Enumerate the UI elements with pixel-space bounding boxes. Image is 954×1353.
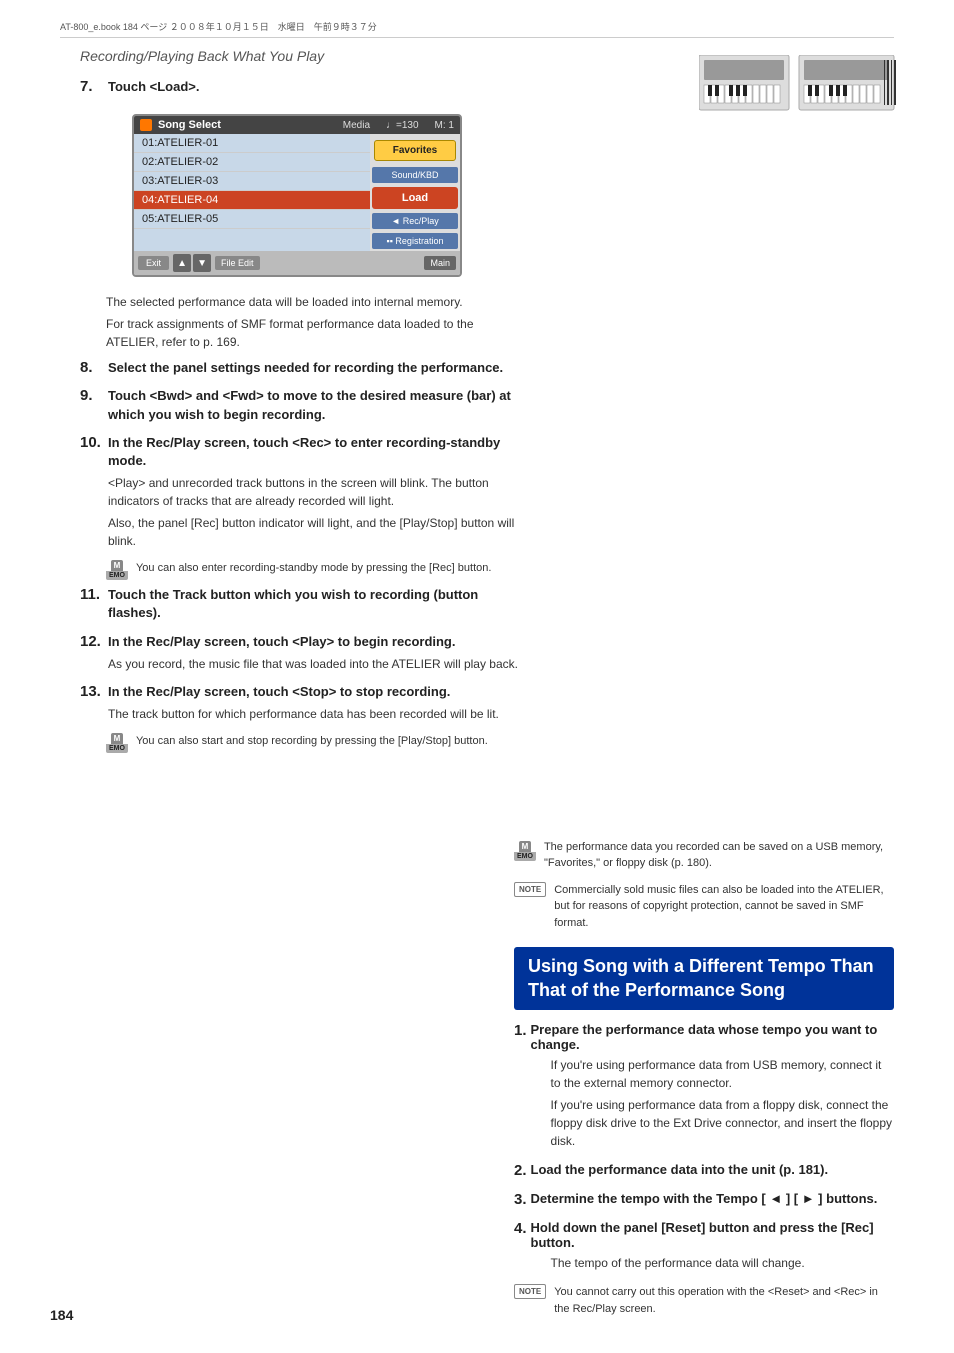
right-step-1: 1. Prepare the performance data whose te… <box>514 1022 894 1150</box>
up-arrow-button[interactable]: ▲ <box>173 254 191 272</box>
step-8-title: Select the panel settings needed for rec… <box>108 359 525 377</box>
step-9-num: 9. <box>80 387 108 404</box>
song-item-03[interactable]: 03:ATELIER-03 <box>134 172 370 191</box>
song-item-02[interactable]: 02:ATELIER-02 <box>134 153 370 172</box>
blue-section: Using Song with a Different Tempo Than T… <box>514 947 894 1010</box>
step-13: 13. In the Rec/Play screen, touch <Stop>… <box>80 683 525 723</box>
step-11-num: 11. <box>80 586 108 603</box>
step-12-num: 12. <box>80 633 108 650</box>
step-12-title: In the Rec/Play screen, touch <Play> to … <box>108 633 525 651</box>
step-9: 9. Touch <Bwd> and <Fwd> to move to the … <box>80 387 525 423</box>
right-step-4-title: Hold down the panel [Reset] button and p… <box>531 1220 894 1250</box>
step-11-content: Touch the Track button which you wish to… <box>108 586 525 622</box>
tempo-display: ♩=130 <box>386 120 419 131</box>
left-column: 7. Touch <Load>. Song Select <box>80 78 525 759</box>
final-note-text: You cannot carry out this operation with… <box>554 1284 894 1317</box>
step-7-body1: The selected performance data will be lo… <box>106 293 525 311</box>
note2-badge: NOTE <box>514 882 546 897</box>
step-8-num: 8. <box>80 359 108 376</box>
arrow-buttons: ▲ ▼ <box>173 254 211 272</box>
load-button[interactable]: Load <box>372 187 458 209</box>
screen-icon <box>140 119 152 131</box>
step-13-memo: M EMO You can also start and stop record… <box>106 733 525 753</box>
right-step-1-body2: If you're using performance data from a … <box>551 1096 894 1150</box>
right-note1: M EMO The performance data you recorded … <box>514 839 894 872</box>
right-step-3-title: Determine the tempo with the Tempo [ ◄ ]… <box>531 1191 878 1206</box>
step-12: 12. In the Rec/Play screen, touch <Play>… <box>80 633 525 673</box>
step-10-memo: M EMO You can also enter recording-stand… <box>106 560 525 580</box>
favorites-button[interactable]: Favorites <box>374 140 456 161</box>
right-note1-text: The performance data you recorded can be… <box>544 839 894 872</box>
step-7-num: 7. <box>80 78 108 95</box>
step-10-memo-text: You can also enter recording-standby mod… <box>136 560 491 577</box>
step-8-content: Select the panel settings needed for rec… <box>108 359 525 377</box>
step-8: 8. Select the panel settings needed for … <box>80 359 525 377</box>
song-select-display: Song Select Media ♩=130 M: 1 01:ATE <box>132 114 462 277</box>
step-10-num: 10. <box>80 434 108 451</box>
step-12-body: As you record, the music file that was l… <box>108 655 525 673</box>
step-11: 11. Touch the Track button which you wis… <box>80 586 525 622</box>
step-10-body1: <Play> and unrecorded track buttons in t… <box>108 474 525 510</box>
step-12-content: In the Rec/Play screen, touch <Play> to … <box>108 633 525 673</box>
step-7: 7. Touch <Load>. <box>80 78 525 96</box>
screen-right-panel: Favorites Sound/KBD Load ◄ Rec/Play ▪▪ R… <box>370 134 460 251</box>
right-step-4-body: The tempo of the performance data will c… <box>551 1254 894 1272</box>
step-7-content: Touch <Load>. <box>108 78 525 96</box>
header-meta: AT-800_e.book 184 ページ ２００８年１０月１５日 水曜日 午前… <box>60 20 894 38</box>
right-step-3: 3. Determine the tempo with the Tempo [ … <box>514 1191 894 1208</box>
right-note2: NOTE Commercially sold music files can a… <box>514 882 894 932</box>
exit-button[interactable]: Exit <box>138 256 169 270</box>
song-item-04[interactable]: 04:ATELIER-04 <box>134 191 370 210</box>
right-step-1-num: 1. <box>514 1022 527 1039</box>
right-step-1-body1: If you're using performance data from US… <box>551 1056 894 1092</box>
right-final-note: NOTE You cannot carry out this operation… <box>514 1284 894 1317</box>
step-9-title: Touch <Bwd> and <Fwd> to move to the des… <box>108 387 525 423</box>
screen-footer: Exit ▲ ▼ File Edit Main <box>134 251 460 275</box>
right-step-4: 4. Hold down the panel [Reset] button an… <box>514 1220 894 1272</box>
right-step-2-num: 2. <box>514 1162 527 1179</box>
step-13-content: In the Rec/Play screen, touch <Stop> to … <box>108 683 525 723</box>
page-number: 184 <box>50 1307 73 1323</box>
blue-section-title: Using Song with a Different Tempo Than T… <box>528 955 880 1002</box>
right-step-2: 2. Load the performance data into the un… <box>514 1162 894 1179</box>
song-item-05[interactable]: 05:ATELIER-05 <box>134 210 370 229</box>
step-11-title: Touch the Track button which you wish to… <box>108 586 525 622</box>
down-arrow-button[interactable]: ▼ <box>193 254 211 272</box>
step-10-body2: Also, the panel [Rec] button indicator w… <box>108 514 525 550</box>
file-edit-button[interactable]: File Edit <box>215 256 260 270</box>
registration-button[interactable]: ▪▪ Registration <box>372 233 458 249</box>
step-10: 10. In the Rec/Play screen, touch <Rec> … <box>80 434 525 550</box>
sound-kbd-button[interactable]: Sound/KBD <box>372 167 458 183</box>
right-column: M EMO The performance data you recorded … <box>514 759 894 1323</box>
main-button[interactable]: Main <box>424 256 456 270</box>
right-notes-area: M EMO The performance data you recorded … <box>514 839 894 932</box>
right-note2-text: Commercially sold music files can also b… <box>554 882 894 932</box>
song-list: 01:ATELIER-01 02:ATELIER-02 03:ATELIER-0… <box>134 134 370 251</box>
song-select-title: Song Select <box>158 119 221 131</box>
step-13-title: In the Rec/Play screen, touch <Stop> to … <box>108 683 525 701</box>
step-10-title: In the Rec/Play screen, touch <Rec> to e… <box>108 434 525 470</box>
final-note-badge: NOTE <box>514 1284 546 1299</box>
step-13-num: 13. <box>80 683 108 700</box>
right-step-1-title: Prepare the performance data whose tempo… <box>531 1022 894 1052</box>
step-13-body: The track button for which performance d… <box>108 705 525 723</box>
device-image <box>699 55 899 120</box>
song-item-01[interactable]: 01:ATELIER-01 <box>134 134 370 153</box>
media-label: Media <box>343 120 370 131</box>
step-7-title: Touch <Load>. <box>108 78 525 96</box>
song-select-screen: Song Select Media ♩=130 M: 1 01:ATE <box>106 106 525 285</box>
step-9-content: Touch <Bwd> and <Fwd> to move to the des… <box>108 387 525 423</box>
measure-display: M: 1 <box>435 120 454 131</box>
right-step-3-num: 3. <box>514 1191 527 1208</box>
right-step-4-num: 4. <box>514 1220 527 1237</box>
right-step-2-title: Load the performance data into the unit … <box>531 1162 829 1177</box>
rec-play-button[interactable]: ◄ Rec/Play <box>372 213 458 229</box>
step-10-content: In the Rec/Play screen, touch <Rec> to e… <box>108 434 525 550</box>
step-13-memo-text: You can also start and stop recording by… <box>136 733 488 750</box>
step-7-body2: For track assignments of SMF format perf… <box>106 315 525 351</box>
